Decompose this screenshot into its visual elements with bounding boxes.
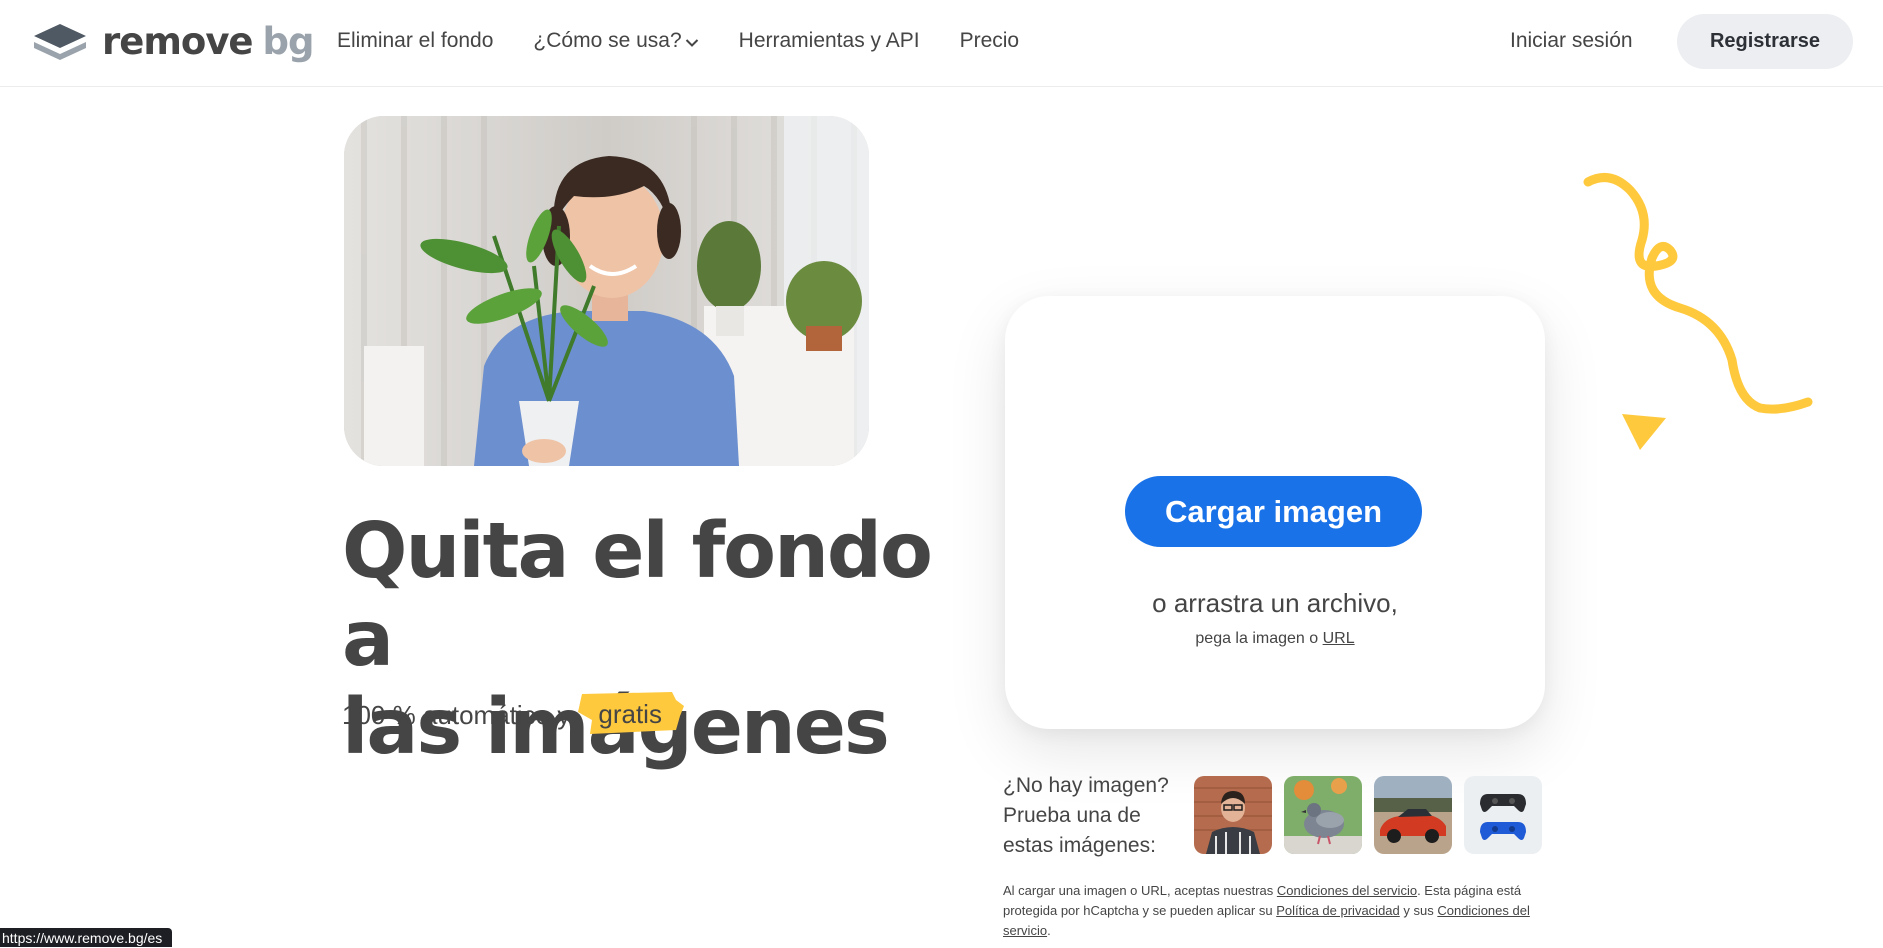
login-link[interactable]: Iniciar sesión bbox=[1510, 0, 1633, 82]
sample-label-line3: estas imágenes: bbox=[1003, 834, 1156, 857]
free-badge: gratis bbox=[578, 691, 685, 735]
chevron-down-icon bbox=[685, 38, 698, 47]
sample-thumb-person[interactable] bbox=[1194, 776, 1272, 854]
subtitle-text: 100 % automático y bbox=[342, 699, 571, 730]
sample-label-line2: Prueba una de bbox=[1003, 804, 1141, 827]
upload-dropzone[interactable]: Cargar imagen o arrastra un archivo, peg… bbox=[1005, 296, 1545, 729]
legal-text-3: y sus bbox=[1399, 903, 1438, 918]
pigeon-sample-image bbox=[1284, 776, 1362, 854]
main-nav: Eliminar el fondo ¿Cómo se usa? Herramie… bbox=[337, 0, 1059, 82]
drag-file-text: o arrastra un archivo, bbox=[1152, 588, 1398, 618]
legal-text-1: Al cargar una imagen o URL, aceptas nues… bbox=[1003, 883, 1277, 898]
yellow-squiggle-decoration bbox=[1583, 173, 1813, 414]
sample-images-label: ¿No hay imagen? Prueba una de estas imág… bbox=[1003, 771, 1183, 861]
legal-text-4: . bbox=[1047, 923, 1051, 938]
gamepad-sample-image bbox=[1464, 776, 1542, 854]
person-sample-image bbox=[1194, 776, 1272, 854]
sample-thumb-car[interactable] bbox=[1374, 776, 1452, 854]
nav-how-to-use[interactable]: ¿Cómo se usa? bbox=[533, 29, 698, 53]
status-bar-url: https://www.remove.bg/es bbox=[0, 928, 173, 947]
nav-label: Herramientas y API bbox=[738, 29, 920, 52]
nav-remove-background[interactable]: Eliminar el fondo bbox=[337, 29, 493, 53]
url-link[interactable]: URL bbox=[1323, 630, 1355, 647]
logo-link[interactable]: remove bg bbox=[32, 20, 315, 63]
nav-label: ¿Cómo se usa? bbox=[533, 29, 682, 52]
car-sample-image bbox=[1374, 776, 1452, 854]
nav-label: Eliminar el fondo bbox=[337, 29, 494, 52]
hero-title-line1: Quita el fondo a bbox=[342, 507, 933, 684]
top-navbar: remove bg Eliminar el fondo ¿Cómo se usa?… bbox=[0, 0, 1883, 87]
terms-link[interactable]: Condiciones del servicio bbox=[1277, 883, 1417, 898]
signup-button[interactable]: Registrarse bbox=[1677, 14, 1853, 69]
logo-wordmark: remove bg bbox=[102, 20, 315, 63]
nav-tools-api[interactable]: Herramientas y API bbox=[739, 29, 920, 53]
yellow-triangle-decoration bbox=[1622, 414, 1666, 450]
logo-text-remove: remove bbox=[102, 20, 254, 63]
paste-image-text: pega la imagen o URL bbox=[1005, 630, 1545, 648]
logo-text-bg: bg bbox=[262, 20, 315, 63]
free-badge-label: gratis bbox=[598, 698, 662, 729]
layers-logo-icon bbox=[34, 24, 86, 60]
sample-thumb-pigeon[interactable] bbox=[1284, 776, 1362, 854]
sample-thumb-controllers[interactable] bbox=[1464, 776, 1542, 854]
legal-notice: Al cargar una imagen o URL, aceptas nues… bbox=[1003, 881, 1543, 941]
hero-photo bbox=[344, 116, 869, 466]
privacy-policy-link[interactable]: Política de privacidad bbox=[1276, 903, 1400, 918]
nav-label: Precio bbox=[959, 29, 1020, 52]
sample-label-line1: ¿No hay imagen? bbox=[1003, 774, 1169, 797]
paste-prefix: pega la imagen o bbox=[1195, 630, 1323, 647]
hero-subtitle: 100 % automático y gratis bbox=[342, 691, 685, 735]
nav-pricing[interactable]: Precio bbox=[960, 29, 1020, 53]
sample-thumbnails bbox=[1194, 776, 1554, 854]
upload-image-button[interactable]: Cargar imagen bbox=[1125, 476, 1422, 547]
hero-illustration bbox=[344, 116, 869, 466]
